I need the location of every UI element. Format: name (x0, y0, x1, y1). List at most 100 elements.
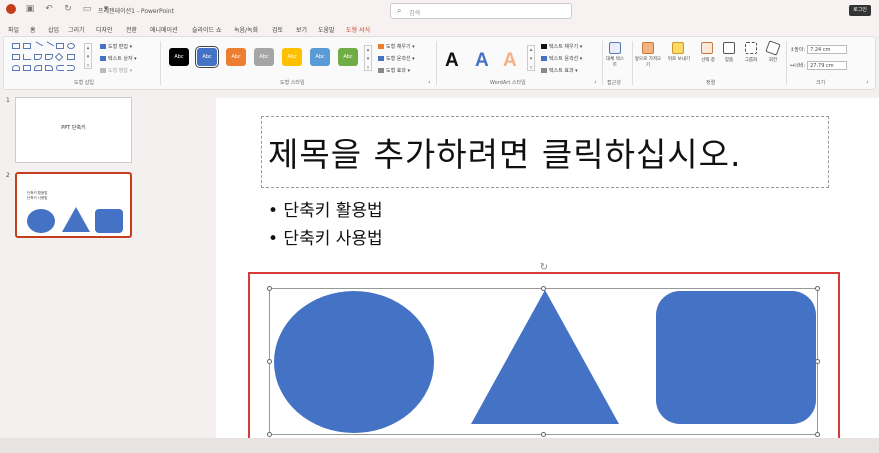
ribbon: ▴ ▾ ▿ 도형 편집 ▾ 텍스트 상자 ▾ 도형 병합 ▾ 도형 삽입 Abc A… (3, 36, 876, 90)
title-placeholder-text: 제목을 추가하려면 클릭하십시오. (268, 135, 742, 174)
quick-access-toolbar: ▣ ↶ ↻ ▭ ▾ (6, 4, 111, 14)
save-icon[interactable]: ▣ (25, 4, 35, 14)
arc-shape-icon[interactable] (12, 65, 20, 71)
vertical-textbox-shape-icon[interactable] (23, 43, 31, 49)
shape-styles-launcher-icon[interactable]: ⌟ (428, 78, 430, 84)
highlight-box (248, 272, 840, 447)
shape-style-preset-7[interactable]: Abc (338, 48, 358, 66)
tab-insert[interactable]: 삽입 (48, 25, 59, 34)
tab-design[interactable]: 디자인 (96, 25, 113, 34)
freeform-shape-icon[interactable] (45, 65, 53, 71)
search-box[interactable]: ⌕ 검색 (390, 3, 572, 19)
width-input[interactable]: 27.79 cm (807, 61, 848, 70)
text-outline-button[interactable]: 텍스트 윤곽선 ▾ (541, 55, 582, 62)
bring-forward-icon (642, 42, 654, 54)
accessibility-group-label: 접근성 (607, 80, 621, 86)
separator (436, 41, 437, 85)
arrow-shape-icon[interactable] (67, 54, 75, 60)
shape-style-preset-3[interactable]: Abc (226, 48, 246, 66)
rounded-rect-shape-icon[interactable] (12, 54, 20, 60)
slide-thumbnail-1[interactable]: PPT 단축키 (15, 97, 132, 163)
bullet-item-1[interactable]: • 단축키 활용법 (268, 196, 383, 221)
diamond-shape-icon[interactable] (54, 52, 64, 62)
tab-view[interactable]: 보기 (296, 25, 307, 34)
shape-outline-button[interactable]: 도형 윤곽선 ▾ (378, 55, 415, 62)
separator (632, 41, 633, 85)
present-icon[interactable]: ▭ (82, 4, 92, 14)
shape-style-preset-2[interactable]: Abc (195, 46, 219, 68)
wordart-more-button[interactable]: ▴ ▾ ▿ (527, 45, 535, 71)
wordart-style-black[interactable]: A (445, 50, 459, 72)
bracket-shape-icon[interactable] (23, 65, 31, 71)
rotate-icon (765, 40, 781, 56)
thumbnail-rounded-rect (95, 209, 123, 233)
shape-style-more-button[interactable]: ▴ ▾ ▿ (364, 45, 372, 71)
slide-thumbnail-2[interactable]: 단축키 활용법 단축키 사용법 (15, 172, 132, 238)
elbow-shape-icon[interactable] (45, 54, 53, 60)
align-icon (723, 42, 735, 54)
shape-style-preset-6[interactable]: Abc (310, 48, 330, 66)
thumbnail-bullets: 단축키 활용법 단축키 사용법 (27, 191, 48, 200)
tab-slideshow[interactable]: 슬라이드 쇼 (192, 25, 222, 34)
left-brace-shape-icon[interactable] (56, 65, 64, 71)
size-group-label: 크기 (816, 80, 826, 86)
curve-shape-icon[interactable] (34, 65, 42, 71)
size-launcher-icon[interactable]: ⌟ (866, 78, 868, 84)
bullet-item-2[interactable]: • 단축키 사용법 (268, 224, 383, 249)
tab-draw[interactable]: 그리기 (68, 25, 85, 34)
undo-icon[interactable]: ↶ (44, 4, 54, 14)
title-placeholder[interactable]: 제목을 추가하려면 클릭하십시오. (261, 116, 829, 188)
tab-animations[interactable]: 애니메이션 (150, 25, 178, 34)
arrange-group-label: 정렬 (706, 80, 716, 86)
slide-number: 2 (6, 172, 10, 179)
height-input[interactable]: 7.24 cm (807, 45, 848, 54)
text-fill-button[interactable]: 텍스트 채우기 ▾ (541, 43, 582, 50)
shape-effects-button[interactable]: 도형 효과 ▾ (378, 67, 410, 74)
merge-shapes-icon (100, 68, 106, 73)
title-bar: ▣ ↶ ↻ ▭ ▾ 프레젠테이션1 - PowerPoint ⌕ 검색 로그인 (0, 0, 879, 22)
shape-fill-button[interactable]: 도형 채우기 ▾ (378, 43, 415, 50)
height-field[interactable]: ↕높이: 7.24 cm (790, 45, 848, 54)
login-button[interactable]: 로그인 (849, 5, 871, 16)
wordart-style-blue[interactable]: A (475, 50, 489, 72)
thumbnail-triangle (62, 207, 90, 232)
arrow-line-shape-icon[interactable] (44, 41, 54, 51)
rectangle-shape-icon[interactable] (56, 43, 64, 49)
textbox-shape-icon[interactable] (12, 43, 20, 49)
search-icon: ⌕ (397, 6, 402, 15)
right-brace-shape-icon[interactable] (67, 65, 75, 71)
search-placeholder: 검색 (409, 10, 421, 17)
separator (786, 41, 787, 85)
shape-effects-icon (378, 68, 384, 73)
shape-style-preset-5[interactable]: Abc (282, 48, 302, 66)
separator (160, 41, 161, 85)
shape-fill-icon (378, 44, 384, 49)
oval-shape-icon[interactable] (67, 43, 75, 49)
redo-icon[interactable]: ↻ (63, 4, 73, 14)
separator (602, 41, 603, 85)
selection-pane-icon (701, 42, 713, 54)
width-field[interactable]: ↔너비: 27.79 cm (790, 61, 848, 70)
tab-home[interactable]: 홈 (30, 25, 36, 34)
edit-shape-button[interactable]: 도형 편집 ▾ (100, 43, 132, 50)
text-effects-button[interactable]: 텍스트 효과 ▾ (541, 67, 578, 74)
merge-shapes-button[interactable]: 도형 병합 ▾ (100, 67, 132, 74)
tab-review[interactable]: 검토 (272, 25, 283, 34)
slide-number: 1 (6, 97, 10, 104)
tab-transitions[interactable]: 전환 (126, 25, 137, 34)
shape-style-preset-4[interactable]: Abc (254, 48, 274, 66)
line-shape-icon[interactable] (33, 41, 43, 51)
tab-record[interactable]: 녹음/녹화 (234, 25, 258, 34)
wordart-style-orange[interactable]: A (503, 50, 517, 72)
edit-shape-icon (100, 44, 106, 49)
triangle-shape-icon[interactable] (23, 54, 31, 60)
tab-file[interactable]: 파일 (8, 25, 19, 34)
shape-gallery-more-button[interactable]: ▴ ▾ ▿ (84, 43, 92, 69)
wordart-launcher-icon[interactable]: ⌟ (594, 78, 596, 84)
connector-shape-icon[interactable] (34, 54, 42, 60)
wordart-group-label: WordArt 스타일 (490, 80, 526, 86)
text-box-button[interactable]: 텍스트 상자 ▾ (100, 55, 137, 62)
tab-help[interactable]: 도움말 (318, 25, 335, 34)
ribbon-tabs: 파일 홈 삽입 그리기 디자인 전환 애니메이션 슬라이드 쇼 녹음/녹화 검토… (0, 22, 879, 38)
shape-style-preset-1[interactable]: Abc (169, 48, 189, 66)
